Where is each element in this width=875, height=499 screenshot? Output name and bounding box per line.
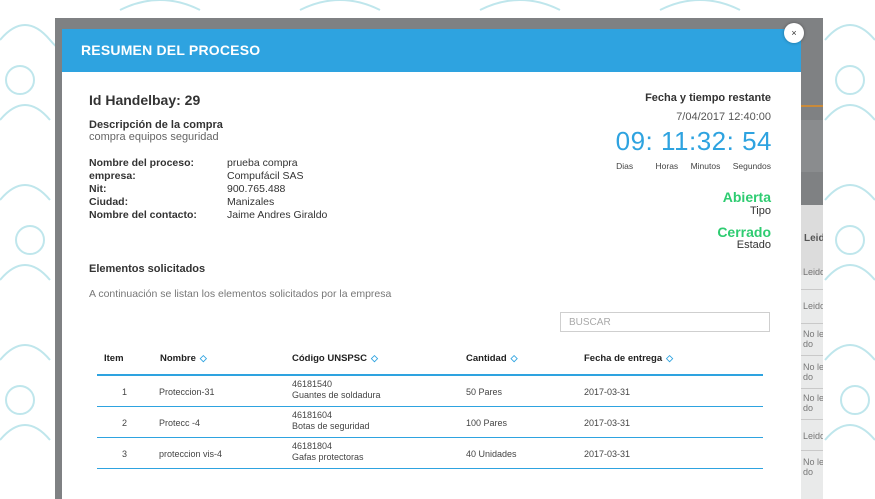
background-table: Leid Leido Leido No leido No leido No le… [800, 205, 823, 499]
column-header-label: Item [104, 353, 124, 364]
state-value: Cerrado [717, 224, 771, 240]
cell-cantidad: 40 Unidades [466, 449, 517, 459]
cell-codigo-description: Botas de seguridad [292, 421, 370, 431]
column-header-label: Cantidad [466, 353, 507, 364]
info-value: Compufácil SAS [227, 170, 304, 182]
process-id: Id Handelbay: 29 [89, 92, 201, 108]
info-value: 900.765.488 [227, 183, 286, 195]
info-key: Nombre del contacto: [89, 209, 197, 221]
cell-codigo-number: 46181604 [292, 410, 333, 420]
cell-item: 2 [122, 418, 128, 428]
column-header-label: Nombre [160, 353, 196, 364]
table-row[interactable]: 2 Protecc -4 46181604 Botas de seguridad… [97, 407, 763, 438]
description-value: compra equipos seguridad [89, 131, 219, 143]
background-accent-line [800, 105, 823, 107]
column-header-label: Código UNSPSC [292, 353, 367, 364]
description-label: Descripción de la compra [89, 119, 223, 131]
row-divider [97, 468, 763, 469]
cell-codigo-description: Guantes de soldadura [292, 390, 381, 400]
cell-codigo-description: Gafas protectoras [292, 452, 364, 462]
background-cell: No leido [803, 393, 823, 413]
modal-title: RESUMEN DEL PROCESO [81, 42, 261, 58]
cell-codigo: 46181540 Guantes de soldadura [292, 379, 381, 401]
cell-codigo-number: 46181540 [292, 379, 333, 389]
background-row-divider [800, 323, 823, 324]
info-value: Jaime Andres Giraldo [227, 209, 328, 221]
background-cell: Leido [803, 301, 823, 311]
countdown-timer: 09: 11:32: 54 [615, 126, 772, 156]
background-row-divider [800, 289, 823, 290]
cell-nombre: Proteccion-31 [159, 387, 215, 397]
cell-cantidad: 100 Pares [466, 418, 508, 428]
cell-nombre: Protecc -4 [159, 418, 201, 428]
state-label: Estado [736, 239, 771, 251]
close-button[interactable]: × [784, 23, 804, 43]
cell-fecha: 2017-03-31 [584, 418, 631, 428]
process-summary-modal: RESUMEN DEL PROCESO Id Handelbay: 29 Des… [62, 29, 801, 499]
background-cell: No leido [803, 362, 823, 382]
type-value: Abierta [722, 189, 771, 205]
cell-nombre: proteccion vis-4 [159, 449, 223, 459]
deadline-title: Fecha y tiempo restante [645, 92, 771, 104]
column-header-item[interactable]: Item [104, 353, 124, 364]
search-input[interactable] [560, 312, 770, 332]
countdown-label-minutes: Minutos [690, 161, 721, 171]
background-table-header: Leid [800, 205, 823, 275]
countdown-label-seconds: Segundos [732, 161, 771, 171]
cell-codigo: 46181604 Botas de seguridad [292, 410, 370, 432]
countdown-labels: Dias Horas Minutos Segundos [606, 161, 771, 171]
cell-codigo: 46181804 Gafas protectoras [292, 441, 364, 463]
background-row-divider [800, 355, 823, 356]
info-key: empresa: [89, 170, 136, 182]
deadline-date: 7/04/2017 12:40:00 [676, 111, 771, 123]
modal-header: RESUMEN DEL PROCESO [62, 29, 801, 72]
close-icon: × [791, 28, 797, 38]
type-label: Tipo [750, 205, 771, 217]
sort-icon[interactable]: ◇ [200, 353, 207, 363]
column-header-nombre[interactable]: Nombre ◇ [160, 353, 207, 364]
cell-item: 3 [122, 449, 128, 459]
countdown-label-hours: Horas [655, 161, 679, 171]
column-header-codigo[interactable]: Código UNSPSC ◇ [292, 353, 378, 364]
background-cell: No leido [803, 329, 823, 349]
cell-cantidad: 50 Pares [466, 387, 503, 397]
info-key: Nombre del proceso: [89, 157, 195, 169]
background-row-divider [800, 388, 823, 389]
countdown-label-days: Dias [616, 161, 634, 171]
info-value: prueba compra [227, 157, 298, 169]
elements-title: Elementos solicitados [89, 263, 206, 275]
background-row-divider [800, 450, 823, 451]
cell-codigo-number: 46181804 [292, 441, 333, 451]
table-row[interactable]: 1 Proteccion-31 46181540 Guantes de sold… [97, 376, 763, 407]
sort-icon[interactable]: ◇ [371, 353, 378, 363]
background-table-header-label: Leid [804, 233, 823, 244]
info-value: Manizales [227, 196, 275, 208]
table-row[interactable]: 3 proteccion vis-4 46181804 Gafas protec… [97, 438, 763, 469]
column-header-cantidad[interactable]: Cantidad ◇ [466, 353, 518, 364]
background-row-divider [800, 419, 823, 420]
background-cell: No leido [803, 457, 823, 477]
background-panel [800, 120, 823, 172]
elements-description: A continuación se listan los elementos s… [89, 288, 392, 300]
background-cell: Leido [803, 431, 823, 441]
column-header-label: Fecha de entrega [584, 353, 663, 364]
cell-fecha: 2017-03-31 [584, 449, 631, 459]
background-cell: Leido [803, 267, 823, 277]
cell-fecha: 2017-03-31 [584, 387, 631, 397]
column-header-fecha[interactable]: Fecha de entrega ◇ [584, 353, 673, 364]
cell-item: 1 [122, 387, 128, 397]
sort-icon[interactable]: ◇ [666, 353, 673, 363]
info-key: Nit: [89, 183, 107, 195]
info-key: Ciudad: [89, 196, 129, 208]
sort-icon[interactable]: ◇ [511, 353, 518, 363]
